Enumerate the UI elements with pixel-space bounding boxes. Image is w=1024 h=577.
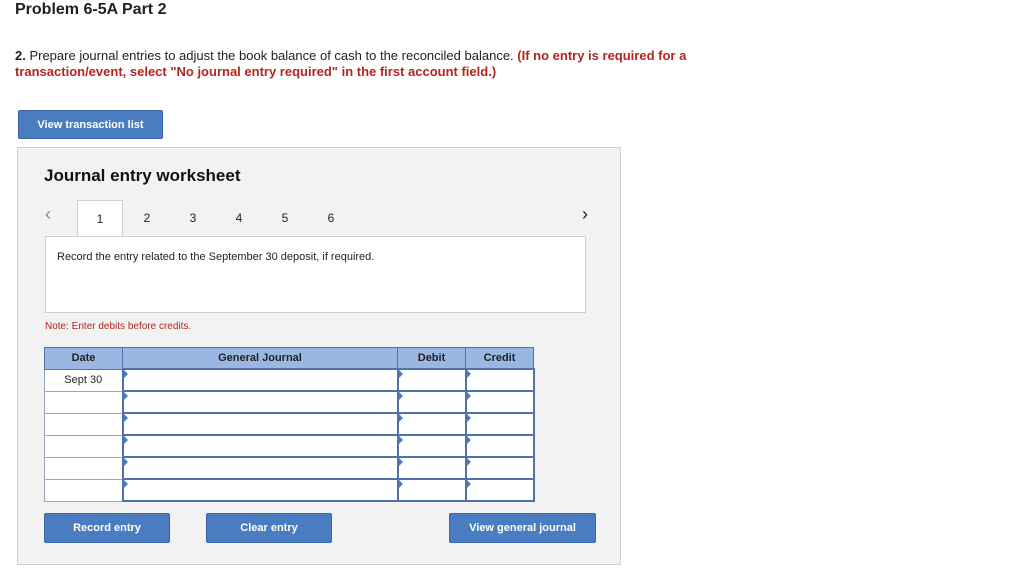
table-row: [44, 478, 535, 502]
column-header-debit: Debit: [397, 347, 466, 370]
dropdown-marker-icon: [398, 414, 403, 422]
dropdown-marker-icon: [123, 414, 128, 422]
view-transaction-list-button[interactable]: View transaction list: [18, 110, 163, 139]
dropdown-marker-icon: [123, 370, 128, 378]
date-cell: [44, 478, 123, 502]
dropdown-marker-icon: [466, 392, 471, 400]
instruction-text: Prepare journal entries to adjust the bo…: [25, 48, 518, 63]
account-input[interactable]: [121, 478, 399, 502]
instructions: 2. Prepare journal entries to adjust the…: [15, 48, 775, 80]
credit-input[interactable]: [464, 390, 535, 414]
debit-input[interactable]: [396, 368, 467, 392]
chevron-right-icon[interactable]: ›: [582, 204, 588, 225]
dropdown-marker-icon: [398, 480, 403, 488]
journal-table: Date General Journal Debit Credit Sept 3…: [44, 347, 535, 502]
tab-6[interactable]: 6: [308, 200, 354, 236]
account-input[interactable]: [121, 390, 399, 414]
date-cell: [44, 390, 123, 414]
dropdown-marker-icon: [466, 414, 471, 422]
journal-entry-worksheet: Journal entry worksheet ‹ 1 2 3 4 5 6 › …: [17, 147, 621, 565]
dropdown-marker-icon: [123, 458, 128, 466]
entry-prompt: Record the entry related to the Septembe…: [57, 251, 375, 263]
dropdown-marker-icon: [123, 480, 128, 488]
credit-input[interactable]: [464, 368, 535, 392]
tab-5[interactable]: 5: [262, 200, 308, 236]
credit-input[interactable]: [464, 478, 535, 502]
dropdown-marker-icon: [123, 436, 128, 444]
dropdown-marker-icon: [398, 370, 403, 378]
date-cell: [44, 456, 123, 480]
dropdown-marker-icon: [466, 458, 471, 466]
tab-4[interactable]: 4: [216, 200, 262, 236]
dropdown-marker-icon: [398, 458, 403, 466]
date-cell: Sept 30: [44, 368, 123, 392]
table-row: [44, 412, 535, 436]
table-row: [44, 390, 535, 414]
debit-input[interactable]: [396, 434, 467, 458]
instruction-number: 2.: [15, 48, 26, 63]
table-row: [44, 456, 535, 480]
debit-input[interactable]: [396, 478, 467, 502]
account-input[interactable]: [121, 412, 399, 436]
date-cell: [44, 434, 123, 458]
table-row: Sept 30: [44, 368, 535, 392]
dropdown-marker-icon: [466, 370, 471, 378]
date-cell: [44, 412, 123, 436]
credit-input[interactable]: [464, 434, 535, 458]
column-header-credit: Credit: [465, 347, 534, 370]
dropdown-marker-icon: [398, 436, 403, 444]
record-entry-button[interactable]: Record entry: [44, 513, 170, 543]
debit-credit-note: Note: Enter debits before credits.: [45, 321, 192, 332]
account-input[interactable]: [121, 434, 399, 458]
clear-entry-button[interactable]: Clear entry: [206, 513, 332, 543]
debit-input[interactable]: [396, 390, 467, 414]
column-header-date: Date: [44, 347, 123, 370]
view-general-journal-button[interactable]: View general journal: [449, 513, 596, 543]
tab-1[interactable]: 1: [77, 200, 123, 237]
dropdown-marker-icon: [466, 436, 471, 444]
credit-input[interactable]: [464, 412, 535, 436]
dropdown-marker-icon: [466, 480, 471, 488]
worksheet-title: Journal entry worksheet: [44, 166, 241, 185]
tab-2[interactable]: 2: [124, 200, 170, 236]
entry-tabs: ‹ 1 2 3 4 5 6 ›: [42, 200, 598, 237]
account-input[interactable]: [121, 368, 399, 392]
debit-input[interactable]: [396, 456, 467, 480]
credit-input[interactable]: [464, 456, 535, 480]
chevron-left-icon[interactable]: ‹: [45, 204, 51, 225]
entry-prompt-box: Record the entry related to the Septembe…: [45, 236, 586, 313]
dropdown-marker-icon: [123, 392, 128, 400]
dropdown-marker-icon: [398, 392, 403, 400]
column-header-general-journal: General Journal: [122, 347, 398, 370]
debit-input[interactable]: [396, 412, 467, 436]
page-title: Problem 6-5A Part 2: [15, 1, 167, 18]
table-row: [44, 434, 535, 458]
account-input[interactable]: [121, 456, 399, 480]
tab-3[interactable]: 3: [170, 200, 216, 236]
